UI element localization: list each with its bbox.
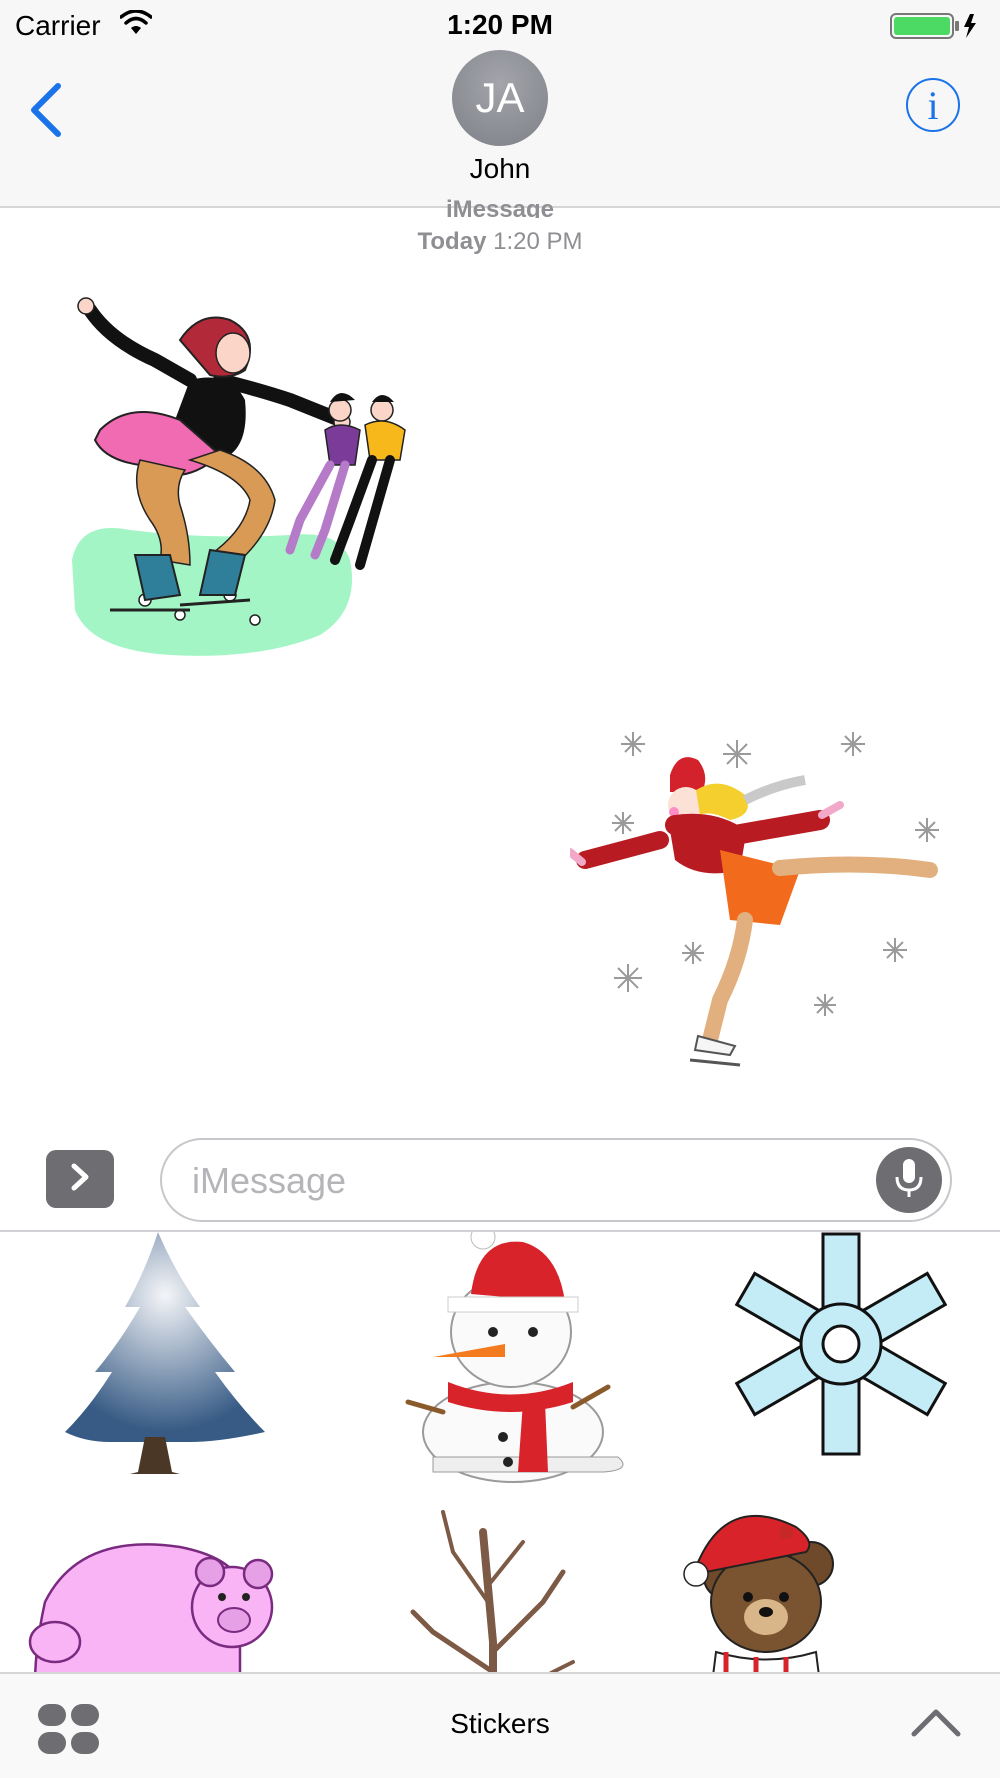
contact-initials: JA xyxy=(475,74,525,121)
timestamp-time: 1:20 PM xyxy=(493,228,583,255)
chevron-up-icon[interactable] xyxy=(908,1704,964,1740)
figure-skaters-sticker[interactable] xyxy=(60,290,410,670)
message-timestamp: Today 1:20 PM xyxy=(0,228,1000,256)
timestamp-day: Today xyxy=(417,228,487,255)
snowman-sticker[interactable] xyxy=(333,1232,666,1492)
teddy-bear-santa-hat-sticker[interactable] xyxy=(666,1492,999,1672)
microphone-icon xyxy=(894,1157,924,1204)
app-drawer-bar: Stickers xyxy=(0,1672,1000,1778)
chevron-right-icon xyxy=(69,1162,91,1197)
conversation-header: JA John i xyxy=(0,50,1000,208)
composer-row xyxy=(0,1135,1000,1230)
message-field-container xyxy=(160,1138,952,1222)
app-drawer-title: Stickers xyxy=(450,1708,550,1739)
pink-bear-sticker[interactable] xyxy=(0,1492,333,1672)
pine-tree-sticker[interactable] xyxy=(0,1232,333,1492)
expand-apps-button[interactable] xyxy=(46,1150,114,1208)
bare-tree-sticker[interactable] xyxy=(333,1492,666,1672)
snowflake-sticker[interactable] xyxy=(666,1232,999,1492)
sticker-drawer xyxy=(0,1232,1000,1672)
contact-avatar[interactable]: JA xyxy=(452,50,548,146)
microphone-button[interactable] xyxy=(876,1147,942,1213)
back-chevron-icon[interactable] xyxy=(28,80,68,140)
message-input[interactable] xyxy=(192,1158,832,1204)
service-label: iMessage xyxy=(445,196,555,218)
ice-skater-girl-sticker[interactable] xyxy=(566,720,960,1080)
status-bar: Carrier 1:20 PM xyxy=(0,0,1000,50)
status-time: 1:20 PM xyxy=(447,9,553,40)
battery-charging-icon xyxy=(890,12,980,45)
contact-name[interactable]: John xyxy=(0,153,1000,185)
info-icon[interactable]: i xyxy=(906,78,960,132)
